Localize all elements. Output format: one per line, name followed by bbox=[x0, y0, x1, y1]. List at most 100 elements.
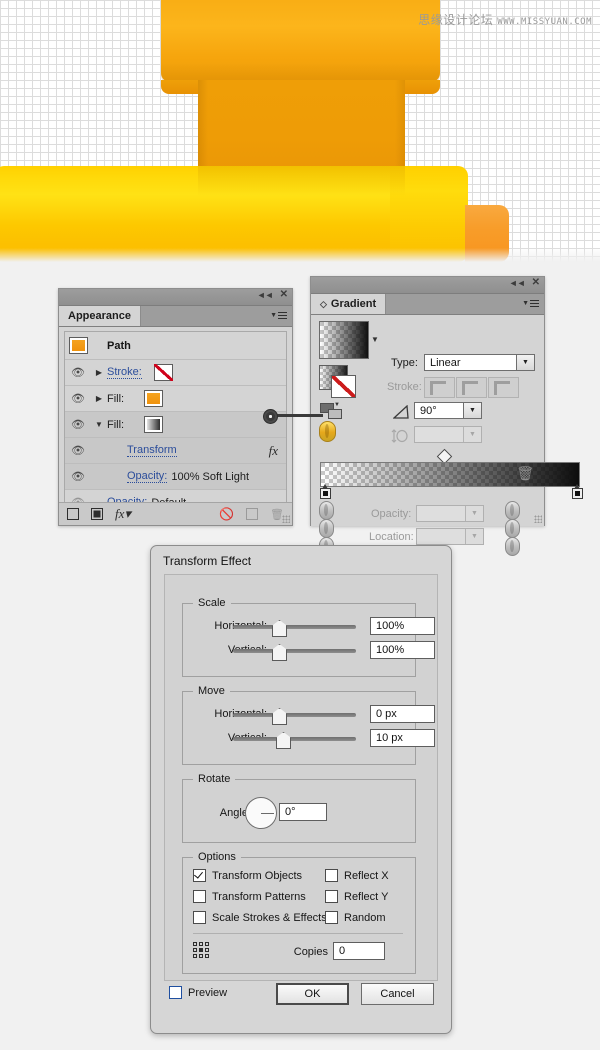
disclosure-triangle-icon[interactable]: ▶ bbox=[91, 394, 107, 403]
gradient-aspect-input[interactable]: ▼ bbox=[414, 426, 482, 443]
rotate-angle-dial[interactable] bbox=[245, 797, 277, 829]
reference-point-selector[interactable] bbox=[193, 942, 210, 959]
anchor-tr[interactable] bbox=[205, 942, 209, 946]
gradient-preset-caret-icon[interactable]: ▼ bbox=[371, 335, 379, 344]
add-new-effect-icon[interactable]: fx▾ bbox=[115, 506, 131, 522]
fill-stroke-gradient-toggle[interactable] bbox=[319, 365, 359, 398]
close-icon[interactable]: ✕ bbox=[532, 278, 540, 288]
checkbox-transform-patterns[interactable]: Transform Patterns bbox=[193, 890, 306, 903]
gradient-opacity-input[interactable]: ▼ bbox=[416, 505, 484, 522]
panel-menu-icon[interactable]: ▼ bbox=[522, 298, 539, 309]
checkbox-icon[interactable] bbox=[193, 911, 206, 924]
appearance-row-stroke[interactable]: 👁 ▶ Stroke: bbox=[65, 360, 286, 386]
resize-grip[interactable] bbox=[534, 515, 542, 523]
checkbox-icon[interactable] bbox=[325, 911, 338, 924]
checkbox-icon[interactable] bbox=[193, 890, 206, 903]
knob-icon[interactable] bbox=[505, 537, 520, 556]
checkbox-scale-strokes-effects[interactable]: Scale Strokes & Effects bbox=[193, 911, 327, 924]
panel-menu-icon[interactable]: ▼ bbox=[270, 310, 287, 321]
collapse-icon[interactable]: ◄◄ bbox=[509, 278, 526, 288]
tab-gradient[interactable]: ◇ Gradient bbox=[311, 294, 387, 314]
gradient-stop-start[interactable] bbox=[320, 484, 331, 499]
appearance-row-fill-solid-label[interactable]: Fill: bbox=[107, 393, 124, 405]
tab-appearance[interactable]: Appearance bbox=[59, 306, 141, 326]
knob-icon[interactable] bbox=[505, 519, 520, 538]
stroke-gradient-within-icon[interactable] bbox=[424, 377, 455, 398]
checkbox-icon[interactable] bbox=[325, 890, 338, 903]
move-horizontal-slider[interactable] bbox=[233, 713, 356, 717]
stroke-gradient-across-icon[interactable] bbox=[488, 377, 519, 398]
anchor-bl[interactable] bbox=[193, 954, 197, 958]
appearance-row-path[interactable]: Path bbox=[65, 332, 286, 360]
gradient-location-input[interactable]: ▼ bbox=[416, 528, 484, 545]
scale-horizontal-input[interactable]: 100% bbox=[370, 617, 435, 635]
anchor-ml[interactable] bbox=[193, 948, 197, 952]
anchor-br[interactable] bbox=[205, 954, 209, 958]
gradient-titlebar[interactable]: ◄◄ ✕ bbox=[311, 277, 544, 294]
gradient-angle-input[interactable]: 90° ▼ bbox=[414, 402, 482, 419]
appearance-row-fill-solid[interactable]: 👁 ▶ Fill: bbox=[65, 386, 286, 412]
collapse-icon[interactable]: ◄◄ bbox=[257, 290, 274, 300]
appearance-row-opacity-label[interactable]: Opacity: bbox=[127, 470, 168, 483]
rotate-angle-input[interactable]: 0° bbox=[279, 803, 327, 821]
appearance-row-stroke-label[interactable]: Stroke: bbox=[107, 366, 142, 379]
appearance-row-fill-gradient-label[interactable]: Fill: bbox=[107, 419, 124, 431]
chevron-down-icon[interactable]: ▼ bbox=[516, 355, 534, 370]
transform-effect-dialog[interactable]: Transform Effect Scale Horizontal: 100% … bbox=[150, 545, 452, 1034]
gradient-stop-end[interactable] bbox=[572, 484, 583, 499]
delete-stop-icon[interactable]: 🗑 bbox=[516, 465, 534, 482]
scale-vertical-slider[interactable] bbox=[233, 649, 356, 653]
gradient-panel[interactable]: ◄◄ ✕ ◇ Gradient ▼ ▼ ▼ Type: Linear ▼ Str… bbox=[310, 276, 583, 556]
close-icon[interactable]: ✕ bbox=[280, 290, 288, 300]
copies-input[interactable]: 0 bbox=[333, 942, 385, 960]
appearance-row-transform[interactable]: 👁 Transform fx bbox=[65, 438, 286, 464]
gradient-slider-ramp[interactable] bbox=[320, 462, 580, 487]
move-vertical-input[interactable]: 10 px bbox=[370, 729, 435, 747]
appearance-row-transform-label[interactable]: Transform bbox=[127, 444, 177, 457]
checkbox-icon[interactable] bbox=[169, 986, 182, 999]
move-vertical-slider[interactable] bbox=[233, 737, 356, 741]
chevron-down-icon[interactable]: ▼ bbox=[465, 529, 483, 544]
disclosure-triangle-icon[interactable]: ▶ bbox=[91, 368, 107, 377]
visibility-eye-icon[interactable]: 👁 bbox=[65, 366, 91, 379]
stroke-gradient-along-icon[interactable] bbox=[456, 377, 487, 398]
chevron-down-icon[interactable]: ▼ bbox=[463, 427, 481, 442]
anchor-mr[interactable] bbox=[205, 948, 209, 952]
chevron-down-icon[interactable]: ▼ bbox=[465, 506, 483, 521]
path-thumbnail-swatch[interactable] bbox=[68, 337, 88, 354]
gradient-type-select[interactable]: Linear ▼ bbox=[424, 354, 535, 371]
resize-grip[interactable] bbox=[282, 515, 290, 523]
checkbox-reflect-x[interactable]: Reflect X bbox=[325, 869, 389, 882]
checkbox-icon[interactable] bbox=[325, 869, 338, 882]
checkbox-reflect-y[interactable]: Reflect Y bbox=[325, 890, 388, 903]
move-horizontal-input[interactable]: 0 px bbox=[370, 705, 435, 723]
scale-horizontal-slider[interactable] bbox=[233, 625, 356, 629]
anchor-tl[interactable] bbox=[193, 942, 197, 946]
duplicate-item-icon[interactable] bbox=[246, 508, 259, 520]
add-new-stroke-icon[interactable] bbox=[67, 508, 79, 520]
fill-color-swatch[interactable] bbox=[144, 390, 164, 407]
gradient-stroke-box-icon[interactable] bbox=[331, 375, 356, 398]
disclosure-triangle-open-icon[interactable]: ▼ bbox=[91, 420, 107, 429]
anchor-mc[interactable] bbox=[199, 948, 203, 952]
appearance-titlebar[interactable]: ◄◄ ✕ bbox=[59, 289, 292, 306]
checkbox-icon[interactable] bbox=[193, 869, 206, 882]
chevron-down-icon[interactable]: ▼ bbox=[463, 403, 481, 418]
checkbox-transform-objects[interactable]: Transform Objects bbox=[193, 869, 302, 882]
fill-gradient-swatch[interactable] bbox=[144, 416, 164, 433]
visibility-eye-icon[interactable]: 👁 bbox=[65, 392, 91, 405]
visibility-eye-icon[interactable]: 👁 bbox=[65, 418, 91, 431]
checkbox-random[interactable]: Random bbox=[325, 911, 386, 924]
knob-icon[interactable] bbox=[319, 501, 334, 520]
add-new-fill-icon[interactable] bbox=[91, 508, 103, 520]
anchor-tc[interactable] bbox=[199, 942, 203, 946]
preview-checkbox-row[interactable]: Preview bbox=[169, 986, 227, 999]
knob-icon[interactable] bbox=[505, 501, 520, 520]
visibility-eye-icon[interactable]: 👁 bbox=[65, 444, 91, 457]
ok-button[interactable]: OK bbox=[276, 983, 349, 1005]
gradient-preview-swatch[interactable] bbox=[319, 321, 369, 359]
visibility-eye-icon[interactable]: 👁 bbox=[65, 470, 91, 483]
fx-icon[interactable]: fx bbox=[269, 443, 278, 459]
appearance-panel[interactable]: ◄◄ ✕ Appearance ▼ Path 👁 ▶ Stroke: 👁 ▶ F… bbox=[58, 288, 293, 526]
knob-icon[interactable] bbox=[319, 519, 334, 538]
